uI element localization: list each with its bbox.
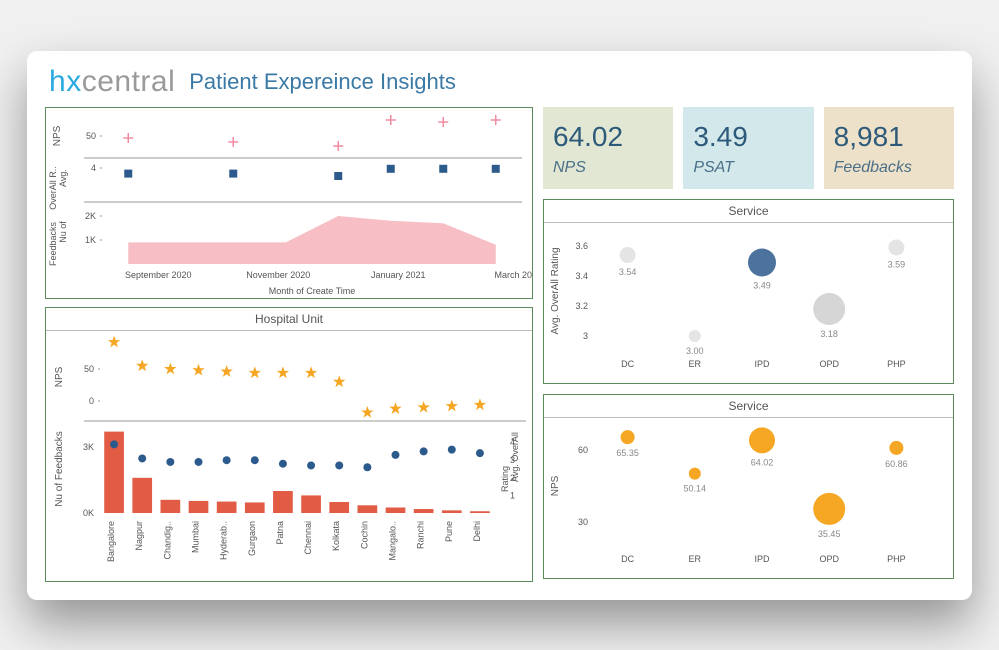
svg-text:Avg.: Avg. [58, 169, 68, 187]
svg-text:Mumbai: Mumbai [191, 521, 201, 553]
page-title: Patient Expereince Insights [189, 69, 456, 95]
svg-text:DC: DC [621, 359, 634, 369]
svg-text:ER: ER [689, 359, 702, 369]
kpi-cards: 64.02NPS 3.49PSAT 8,981Feedbacks [543, 107, 954, 189]
svg-text:3.2: 3.2 [575, 301, 588, 311]
left-column: NPS OverAll R..Avg. FeedbacksNu of 50 4 1K 2K S… [45, 107, 533, 582]
svg-text:2K: 2K [85, 211, 96, 221]
svg-text:64.02: 64.02 [751, 457, 774, 467]
svg-text:Ranchi: Ranchi [416, 521, 426, 549]
svg-text:Rating: Rating [500, 465, 510, 491]
svg-text:OverAll R..: OverAll R.. [48, 166, 58, 210]
svg-text:PHP: PHP [887, 359, 906, 369]
svg-text:ER: ER [689, 554, 702, 564]
dashboard: hxcentral Patient Expereince Insights NP… [27, 51, 972, 600]
svg-text:Pune: Pune [444, 521, 454, 542]
psat-card: 3.49PSAT [683, 107, 813, 189]
monthly-chart[interactable]: NPS OverAll R..Avg. FeedbacksNu of 50 4 1K 2K S… [46, 108, 532, 298]
svg-text:3.59: 3.59 [888, 259, 906, 269]
nps-card: 64.02NPS [543, 107, 673, 189]
service-nps-title: Service [544, 395, 953, 418]
svg-text:30: 30 [578, 517, 588, 527]
svg-text:NPS: NPS [52, 125, 63, 146]
service-nps-panel: Service 30 60 NPS 65.35 50.14 64.02 35.45 60.86… [543, 394, 954, 579]
svg-text:Chandig..: Chandig.. [162, 521, 172, 560]
header: hxcentral Patient Expereince Insights [45, 65, 954, 99]
svg-text:Feedbacks: Feedbacks [48, 221, 58, 266]
svg-text:IPD: IPD [754, 359, 770, 369]
hospital-title: Hospital Unit [46, 308, 532, 331]
svg-text:Mangalo..: Mangalo.. [388, 521, 398, 561]
svg-text:3.6: 3.6 [575, 241, 588, 251]
svg-text:Avg. OverAll Rating: Avg. OverAll Rating [550, 247, 561, 334]
svg-text:3.4: 3.4 [575, 271, 588, 281]
svg-text:60.86: 60.86 [885, 458, 908, 468]
svg-text:Cochin: Cochin [359, 521, 369, 549]
svg-text:0K: 0K [83, 508, 94, 518]
svg-text:50: 50 [84, 364, 94, 374]
logo: hxcentral [49, 65, 175, 99]
svg-text:September 2020: September 2020 [125, 270, 192, 280]
svg-text:NPS: NPS [550, 475, 561, 496]
svg-text:65.35: 65.35 [616, 448, 639, 458]
svg-text:Delhi: Delhi [472, 521, 482, 542]
svg-text:Hyderab..: Hyderab.. [219, 521, 229, 560]
svg-text:OPD: OPD [819, 554, 839, 564]
svg-text:Gurgaon: Gurgaon [247, 521, 257, 556]
svg-text:PHP: PHP [887, 554, 906, 564]
service-rating-title: Service [544, 200, 953, 223]
svg-text:Nu of: Nu of [58, 220, 68, 242]
svg-text:IPD: IPD [754, 554, 770, 564]
svg-text:50: 50 [86, 131, 96, 141]
svg-text:1K: 1K [85, 235, 96, 245]
body: NPS OverAll R..Avg. FeedbacksNu of 50 4 1K 2K S… [45, 107, 954, 582]
svg-text:3: 3 [583, 331, 588, 341]
service-nps-chart[interactable]: 30 60 NPS 65.35 50.14 64.02 35.45 60.86 DC ER IPD O… [544, 418, 940, 578]
service-rating-panel: Service 3 3.2 3.4 3.6 Avg. OverAll Rating 3.5… [543, 199, 954, 384]
svg-text:NPS: NPS [54, 366, 65, 387]
svg-text:4: 4 [91, 163, 96, 173]
svg-text:35.45: 35.45 [818, 528, 841, 538]
hospital-chart[interactable]: 050NPS0K3KNu of Feedbacks1234Avg. OverAl… [46, 331, 532, 581]
right-column: 64.02NPS 3.49PSAT 8,981Feedbacks Service… [543, 107, 954, 582]
svg-text:January 2021: January 2021 [371, 270, 426, 280]
svg-text:Kolkata: Kolkata [331, 521, 341, 551]
svg-text:60: 60 [578, 445, 588, 455]
svg-text:3.49: 3.49 [753, 280, 771, 290]
svg-text:3K: 3K [83, 442, 94, 452]
monthly-panel: NPS OverAll R..Avg. FeedbacksNu of 50 4 1K 2K S… [45, 107, 533, 299]
svg-text:Chennai: Chennai [303, 521, 313, 555]
svg-text:3.00: 3.00 [686, 346, 704, 356]
svg-text:March 2021: March 2021 [494, 270, 532, 280]
service-rating-chart[interactable]: 3 3.2 3.4 3.6 Avg. OverAll Rating 3.54 3.00 3.4… [544, 223, 940, 383]
svg-text:50.14: 50.14 [684, 483, 707, 493]
svg-text:DC: DC [621, 554, 634, 564]
svg-text:Month of Create Time: Month of Create Time [269, 286, 356, 296]
svg-text:Bangalore: Bangalore [106, 521, 116, 562]
svg-text:OPD: OPD [819, 359, 839, 369]
svg-text:3.54: 3.54 [619, 267, 637, 277]
feedbacks-card: 8,981Feedbacks [824, 107, 954, 189]
svg-text:Nu of Feedbacks: Nu of Feedbacks [54, 431, 65, 507]
svg-text:Patna: Patna [275, 521, 285, 545]
svg-text:0: 0 [89, 396, 94, 406]
svg-text:Nagpur: Nagpur [134, 521, 144, 551]
svg-text:1: 1 [510, 490, 515, 500]
svg-text:3.18: 3.18 [820, 329, 838, 339]
hospital-panel: Hospital Unit 0 50 NPS 0K 3K Nu of Feedbacks 1… [45, 307, 533, 582]
svg-text:November 2020: November 2020 [246, 270, 310, 280]
svg-text:Avg. OverAll: Avg. OverAll [510, 432, 520, 482]
